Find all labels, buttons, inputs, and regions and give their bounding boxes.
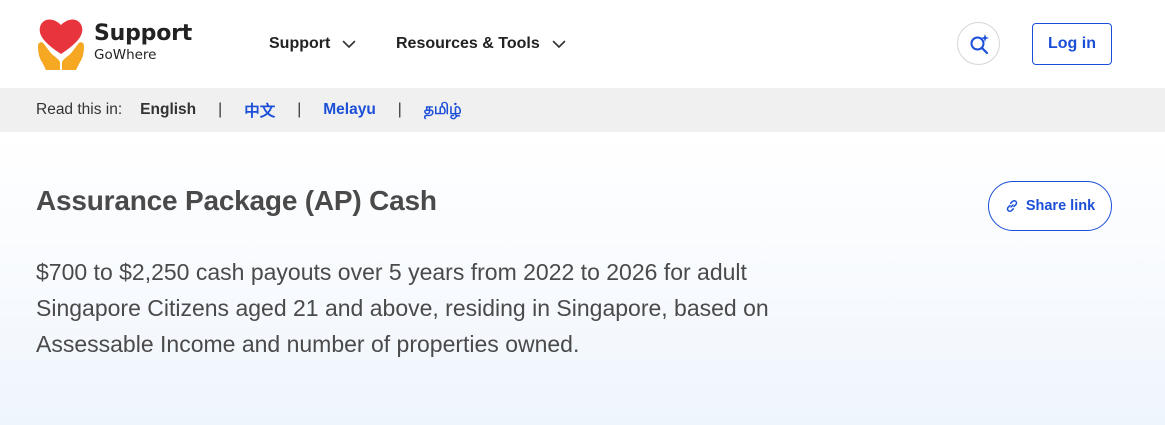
language-link-malay[interactable]: Melayu xyxy=(323,101,376,119)
page-description: $700 to $2,250 cash payouts over 5 years… xyxy=(36,259,769,357)
main-content: Assurance Package (AP) Cash Share link $… xyxy=(0,132,1165,425)
site-header: Support GoWhere Support Resources & Tool… xyxy=(0,0,1165,88)
logo-line2: GoWhere xyxy=(94,47,157,64)
logo-line1: Support xyxy=(94,21,193,47)
nav-support-label: Support xyxy=(269,35,331,52)
page-title: Assurance Package (AP) Cash xyxy=(36,185,437,216)
nav-resources-tools-label: Resources & Tools xyxy=(396,35,540,52)
language-bar: Read this in: English | 中文 | Melayu | தம… xyxy=(0,88,1165,132)
nav-support[interactable]: Support xyxy=(269,0,356,88)
chevron-down-icon xyxy=(552,40,566,48)
logo-text: Support GoWhere xyxy=(94,23,192,63)
share-link-label: Share link xyxy=(1025,198,1096,214)
language-separator: | xyxy=(218,101,223,118)
search-sparkle-icon xyxy=(970,33,989,54)
search-button[interactable] xyxy=(957,22,1000,65)
site-logo[interactable]: Support GoWhere xyxy=(36,16,192,70)
language-bar-label: Read this in: xyxy=(36,101,123,118)
language-separator: | xyxy=(397,101,402,118)
chevron-down-icon xyxy=(343,40,356,48)
language-english-current: English xyxy=(140,101,197,118)
language-link-tamil[interactable]: தமிழ் xyxy=(424,101,462,120)
share-link-button[interactable]: Share link xyxy=(988,181,1112,231)
language-link-chinese[interactable]: 中文 xyxy=(244,99,275,121)
nav-resources-tools[interactable]: Resources & Tools xyxy=(396,0,566,88)
language-separator: | xyxy=(297,101,302,118)
link-icon xyxy=(1006,200,1017,212)
heart-hands-logo-icon xyxy=(38,19,84,70)
login-button[interactable]: Log in xyxy=(1032,23,1112,65)
